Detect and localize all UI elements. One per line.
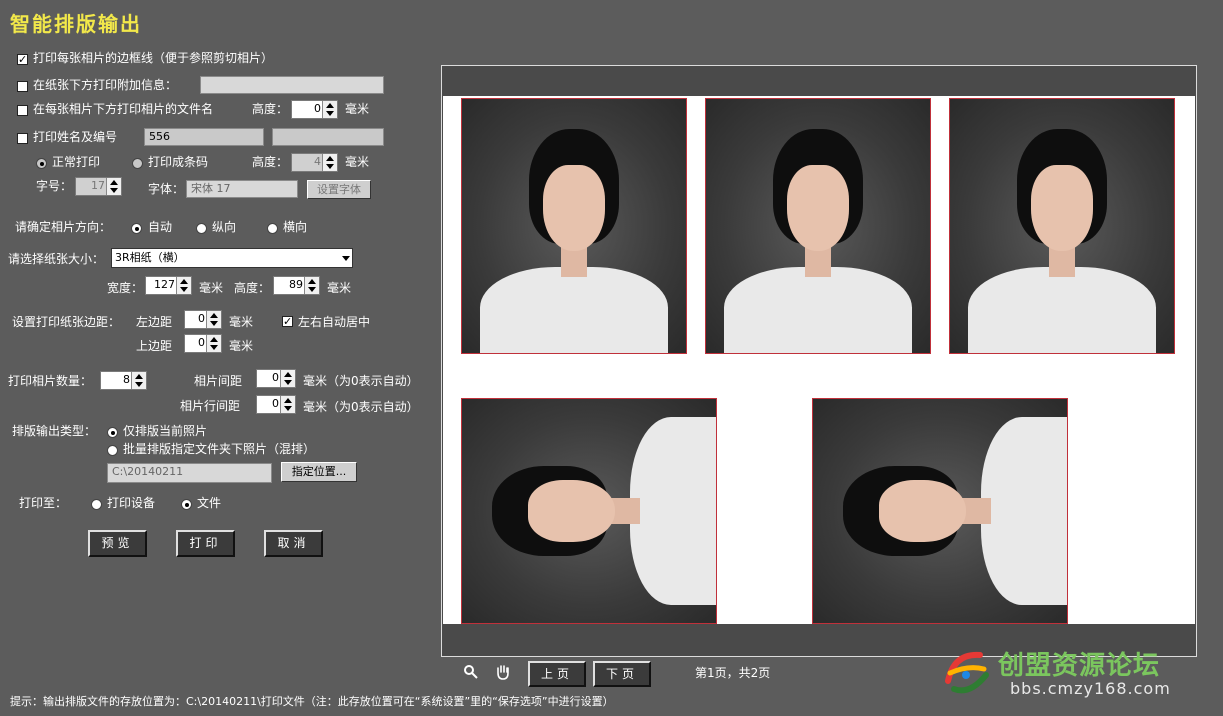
left-margin-label: 左边距 xyxy=(136,315,173,329)
margins-label: 设置打印纸张边距： xyxy=(12,315,121,329)
orientation-portrait-label: 纵向 xyxy=(212,220,237,234)
name-input[interactable]: 556 xyxy=(144,128,264,146)
print-button[interactable]: 打印 xyxy=(176,530,235,557)
window-title: 智能排版输出 xyxy=(10,12,142,36)
font-input[interactable]: 宋体 17 xyxy=(186,180,298,198)
print-device-radio[interactable] xyxy=(91,499,102,510)
photo-thumbnail xyxy=(461,98,687,354)
barcode-print-label: 打印成条码 xyxy=(148,155,209,169)
filename-height-label: 高度： xyxy=(252,102,289,116)
filename-height-unit: 毫米 xyxy=(345,102,370,116)
choose-folder-button[interactable]: 指定位置... xyxy=(281,462,357,482)
print-filename-checkbox[interactable] xyxy=(17,105,28,116)
normal-print-radio[interactable] xyxy=(36,158,47,169)
output-batch-radio[interactable] xyxy=(107,445,118,456)
orientation-portrait-radio[interactable] xyxy=(196,223,207,234)
print-border-label: 打印每张相片的边框线（便于参照剪切相片） xyxy=(33,51,274,65)
auto-center-label: 左右自动居中 xyxy=(298,315,371,329)
font-size-label: 字号： xyxy=(36,179,73,193)
paper-height-stepper[interactable]: 89 xyxy=(273,276,320,295)
photo-thumbnail xyxy=(705,98,931,354)
barcode-height-stepper[interactable]: 4 xyxy=(291,153,338,172)
print-info-checkbox[interactable] xyxy=(17,81,28,92)
photo-thumbnail xyxy=(949,98,1175,354)
photo-count-label: 打印相片数量： xyxy=(8,374,93,388)
paper-width-stepper[interactable]: 127 xyxy=(145,276,192,295)
orientation-landscape-radio[interactable] xyxy=(267,223,278,234)
photo-gap-label: 相片间距 xyxy=(194,374,243,388)
photo-thumbnail-rotated xyxy=(461,398,717,624)
top-margin-unit: 毫米 xyxy=(229,339,254,353)
row-gap-label: 相片行间距 xyxy=(180,399,241,413)
watermark-logo-icon xyxy=(940,645,996,701)
print-device-label: 打印设备 xyxy=(107,496,156,510)
auto-center-checkbox[interactable]: ✓ xyxy=(282,316,293,327)
font-label: 字体： xyxy=(148,182,185,196)
paper-size-label: 请选择纸张大小： xyxy=(8,252,105,266)
photo-count-stepper[interactable]: 8 xyxy=(100,371,147,390)
watermark-text: 创盟资源论坛 xyxy=(998,651,1161,681)
left-margin-stepper[interactable]: 0 xyxy=(184,310,222,329)
next-page-button[interactable]: 下页 xyxy=(593,661,651,687)
photo-thumbnail-rotated xyxy=(812,398,1068,624)
photo-gap-stepper[interactable]: 0 xyxy=(256,369,296,388)
paper-size-select[interactable]: 3R相纸（横） xyxy=(111,248,353,268)
left-margin-unit: 毫米 xyxy=(229,315,254,329)
print-name-label: 打印姓名及编号 xyxy=(33,130,118,144)
row-gap-hint: 毫米（为0表示自动） xyxy=(303,400,419,414)
status-hint: 提示：输出排版文件的存放位置为：C:\20140211\打印文件（注：此存放位置… xyxy=(10,695,614,708)
normal-print-label: 正常打印 xyxy=(52,155,101,169)
folder-input[interactable]: C:\20140211 xyxy=(107,463,272,483)
print-border-checkbox[interactable]: ✓ xyxy=(17,54,28,65)
filename-height-stepper[interactable]: 0 xyxy=(291,100,338,119)
print-filename-label: 在每张相片下方打印相片的文件名 xyxy=(33,102,214,116)
page-indicator: 第1页，共2页 xyxy=(695,666,771,680)
number-input[interactable] xyxy=(272,128,384,146)
paper-height-label: 高度： xyxy=(234,281,271,295)
print-name-checkbox[interactable] xyxy=(17,133,28,144)
output-current-radio[interactable] xyxy=(107,427,118,438)
output-type-label: 排版输出类型： xyxy=(12,424,97,438)
pan-hand-icon[interactable] xyxy=(494,663,512,681)
orientation-label: 请确定相片方向： xyxy=(15,220,112,234)
print-to-label: 打印至： xyxy=(19,496,68,510)
top-margin-stepper[interactable]: 0 xyxy=(184,334,222,353)
orientation-auto-label: 自动 xyxy=(148,220,173,234)
barcode-height-unit: 毫米 xyxy=(345,155,370,169)
zoom-icon[interactable] xyxy=(463,664,479,680)
set-font-button[interactable]: 设置字体 xyxy=(307,180,371,199)
barcode-height-label: 高度： xyxy=(252,155,289,169)
print-file-label: 文件 xyxy=(197,496,222,510)
barcode-print-radio[interactable] xyxy=(132,158,143,169)
print-file-radio[interactable] xyxy=(181,499,192,510)
photo-gap-hint: 毫米（为0表示自动） xyxy=(303,374,419,388)
prev-page-button[interactable]: 上页 xyxy=(528,661,586,687)
orientation-auto-radio[interactable] xyxy=(131,223,142,234)
print-info-input[interactable] xyxy=(200,76,384,94)
watermark-url: bbs.cmzy168.com xyxy=(1010,679,1171,698)
row-gap-stepper[interactable]: 0 xyxy=(256,395,296,414)
paper-width-unit: 毫米 xyxy=(199,281,224,295)
paper-width-label: 宽度： xyxy=(107,281,144,295)
output-current-label: 仅排版当前照片 xyxy=(123,424,208,438)
top-margin-label: 上边距 xyxy=(136,339,173,353)
font-size-stepper[interactable]: 17 xyxy=(75,177,122,196)
preview-button[interactable]: 预览 xyxy=(88,530,147,557)
cancel-button[interactable]: 取消 xyxy=(264,530,323,557)
print-info-label: 在纸张下方打印附加信息： xyxy=(33,78,178,92)
orientation-landscape-label: 横向 xyxy=(283,220,308,234)
output-batch-label: 批量排版指定文件夹下照片（混排） xyxy=(123,442,316,456)
paper-height-unit: 毫米 xyxy=(327,281,352,295)
